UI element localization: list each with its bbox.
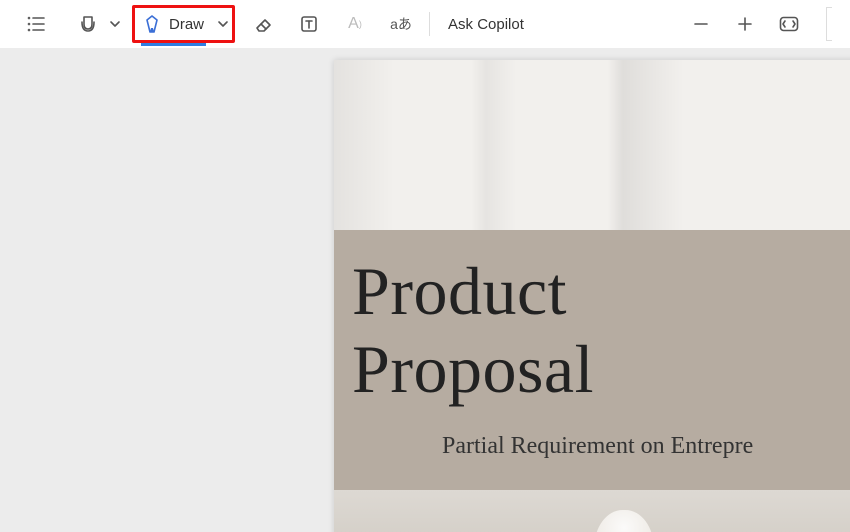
eraser-icon: [253, 14, 273, 34]
translate-icon: aあ: [390, 14, 412, 34]
page-nav-edge[interactable]: [826, 7, 832, 41]
document-page: Product Proposal Partial Requirement on …: [334, 60, 850, 532]
page-photo-strip: [334, 490, 850, 532]
zoom-out-button[interactable]: [684, 7, 718, 41]
translate-button[interactable]: aあ: [383, 6, 419, 42]
text-style-button: A): [337, 6, 373, 42]
chevron-down-icon: [109, 18, 121, 30]
textbox-button[interactable]: [291, 6, 327, 42]
zoom-controls: [684, 7, 832, 41]
erase-button[interactable]: [245, 6, 281, 42]
plus-icon: [736, 15, 754, 33]
minus-icon: [692, 15, 710, 33]
draw-active-indicator: [141, 43, 206, 46]
title-band: Product Proposal Partial Requirement on …: [334, 230, 850, 490]
read-aloud-button[interactable]: [70, 6, 106, 42]
doc-subtitle-line1: Partial Requirement on Entrepre: [442, 433, 753, 459]
draw-button-highlight: Draw: [132, 5, 235, 43]
pen-icon: [143, 14, 161, 34]
zoom-in-button[interactable]: [728, 7, 762, 41]
toolbar: Draw A) aあ Ask Copilot: [0, 0, 850, 48]
doc-title-line1: Product: [352, 252, 850, 330]
draw-menu[interactable]: [214, 8, 232, 40]
ask-copilot-button[interactable]: Ask Copilot: [440, 6, 532, 42]
page-header-image: [334, 60, 850, 230]
draw-label: Draw: [169, 16, 204, 33]
chevron-down-icon: [217, 18, 229, 30]
fit-page-button[interactable]: [772, 7, 806, 41]
doc-title: Product Proposal: [352, 252, 850, 408]
read-aloud-menu[interactable]: [106, 6, 124, 42]
text-style-icon: A: [348, 15, 359, 33]
draw-button[interactable]: Draw: [135, 8, 214, 40]
toc-icon: [26, 14, 46, 34]
read-aloud-icon: [78, 14, 98, 34]
document-viewport[interactable]: Product Proposal Partial Requirement on …: [0, 48, 850, 532]
fit-page-icon: [779, 16, 799, 32]
toc-button[interactable]: [18, 6, 54, 42]
textbox-icon: [299, 14, 319, 34]
ask-copilot-label: Ask Copilot: [448, 16, 524, 33]
doc-title-line2: Proposal: [352, 330, 850, 408]
chess-pawn-image: [594, 510, 654, 532]
toolbar-separator: [429, 12, 430, 36]
